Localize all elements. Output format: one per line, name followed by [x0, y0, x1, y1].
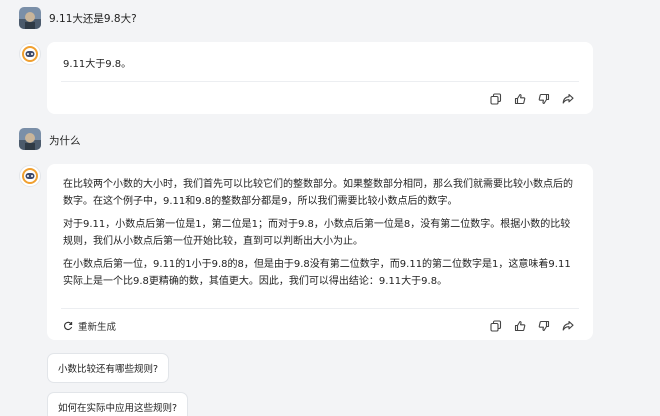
message-actions — [489, 92, 575, 106]
refresh-icon — [64, 321, 73, 331]
copy-icon[interactable] — [489, 92, 503, 106]
answer-paragraph: 在小数点后第一位，9.11的1小于9.8的8，但是由于9.8没有第二位数字，而9… — [63, 259, 571, 287]
assistant-avatar — [19, 43, 41, 65]
card-divider — [61, 308, 579, 309]
suggested-question[interactable]: 如何在实际中应用这些规则? — [47, 392, 189, 416]
share-icon[interactable] — [561, 319, 575, 333]
regenerate-button[interactable]: 重新生成 — [63, 319, 116, 333]
user-avatar — [19, 128, 41, 150]
copy-icon[interactable] — [489, 319, 503, 333]
share-icon[interactable] — [561, 92, 575, 106]
suggested-question[interactable]: 小数比较还有哪些规则? — [47, 353, 170, 383]
assistant-answer-text: 9.11大于9.8。 — [63, 59, 132, 70]
answer-paragraph: 在比较两个小数的大小时，我们首先可以比较它们的整数部分。如果整数部分相同，那么我… — [63, 179, 573, 207]
answer-paragraph: 对于9.11，小数点后第一位是1，第二位是1；而对于9.8，小数点后第一位是8，… — [63, 219, 571, 247]
user-avatar — [19, 7, 41, 29]
user-message: 为什么 — [49, 135, 81, 147]
thumbs-up-icon[interactable] — [513, 319, 527, 333]
assistant-avatar — [19, 165, 41, 187]
message-actions — [489, 319, 575, 333]
card-divider — [61, 81, 579, 82]
thumbs-down-icon[interactable] — [537, 319, 551, 333]
assistant-answer-text: 在比较两个小数的大小时，我们首先可以比较它们的整数部分。如果整数部分相同，那么我… — [63, 176, 579, 296]
thumbs-up-icon[interactable] — [513, 92, 527, 106]
assistant-answer-card: 9.11大于9.8。 — [47, 42, 593, 114]
user-message: 9.11大还是9.8大? — [49, 13, 137, 25]
assistant-answer-card: 在比较两个小数的大小时，我们首先可以比较它们的整数部分。如果整数部分相同，那么我… — [47, 164, 593, 340]
thumbs-down-icon[interactable] — [537, 92, 551, 106]
regenerate-label: 重新生成 — [78, 322, 117, 333]
